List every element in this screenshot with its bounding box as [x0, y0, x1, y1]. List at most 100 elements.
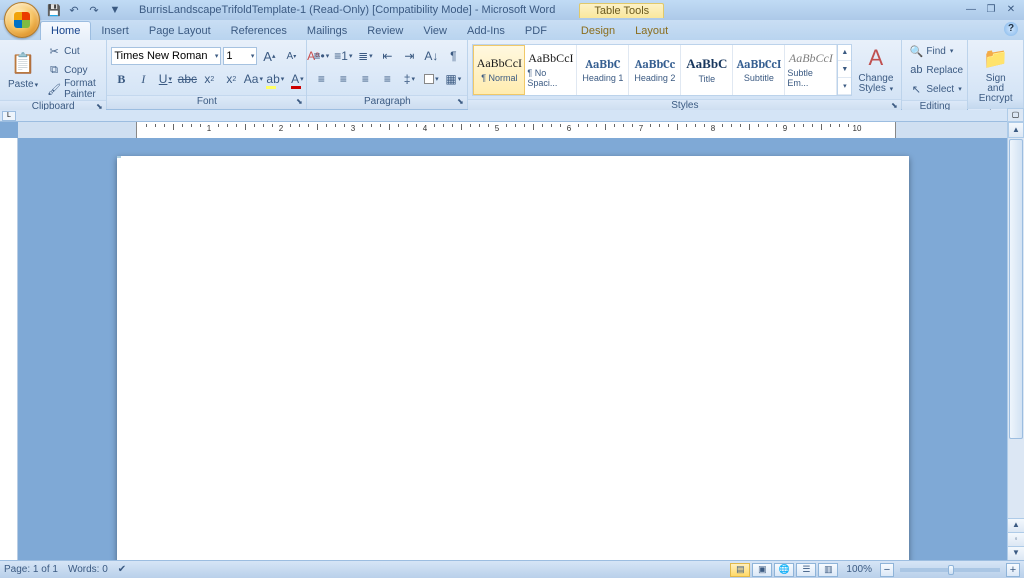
- style-item-2[interactable]: AaBbCHeading 1: [577, 45, 629, 95]
- sign-encrypt-button[interactable]: 📁 Sign and Encrypt: [972, 42, 1019, 106]
- tab-table-layout[interactable]: Layout: [625, 22, 678, 40]
- tab-insert[interactable]: Insert: [91, 22, 139, 40]
- group-clipboard: 📋 Paste▾ ✂Cut ⧉Copy 🖌Format Painter Clip…: [0, 40, 107, 109]
- style-item-3[interactable]: AaBbCcHeading 2: [629, 45, 681, 95]
- zoom-level[interactable]: 100%: [846, 564, 872, 575]
- bold-button[interactable]: B: [111, 69, 131, 89]
- grow-font-button[interactable]: A▴: [259, 46, 279, 66]
- table-cell[interactable]: [119, 157, 120, 158]
- office-button[interactable]: [4, 2, 40, 38]
- help-icon[interactable]: ?: [1004, 22, 1018, 36]
- outline-view[interactable]: ☰: [796, 563, 816, 577]
- vertical-ruler[interactable]: [0, 138, 18, 560]
- restore-button[interactable]: ❐: [982, 2, 1000, 16]
- zoom-slider[interactable]: [900, 568, 1000, 572]
- align-center-button[interactable]: ≡: [333, 69, 353, 89]
- justify-button[interactable]: ≡: [377, 69, 397, 89]
- horizontal-ruler[interactable]: 12345678910: [18, 122, 1007, 138]
- multilevel-button[interactable]: ≣▾: [355, 46, 375, 66]
- save-icon[interactable]: 💾: [46, 2, 62, 18]
- draft-view[interactable]: ▥: [818, 563, 838, 577]
- sort-button[interactable]: A↓: [421, 46, 441, 66]
- style-item-4[interactable]: AaBbCTitle: [681, 45, 733, 95]
- qat-customize-icon[interactable]: ▼: [107, 2, 123, 18]
- style-item-6[interactable]: AaBbCcISubtle Em...: [785, 45, 837, 95]
- style-item-1[interactable]: AaBbCcI¶ No Spaci...: [525, 45, 577, 95]
- paste-button[interactable]: 📋 Paste▾: [4, 48, 42, 93]
- gallery-more[interactable]: ▾: [838, 78, 851, 95]
- highlight-color-button[interactable]: ab▾: [265, 69, 285, 89]
- close-button[interactable]: ✕: [1002, 2, 1020, 16]
- font-launcher[interactable]: ⬊: [294, 97, 304, 107]
- shrink-font-button[interactable]: A▾: [281, 46, 301, 66]
- tab-references[interactable]: References: [221, 22, 297, 40]
- page-scroll-area[interactable]: [18, 138, 1007, 560]
- tab-page-layout[interactable]: Page Layout: [139, 22, 221, 40]
- find-button[interactable]: 🔍Find▾: [906, 42, 966, 60]
- format-painter-button[interactable]: 🖌Format Painter: [44, 80, 102, 98]
- strikethrough-button[interactable]: abc: [177, 69, 197, 89]
- font-name-combo[interactable]: Times New Roman▾: [111, 47, 221, 65]
- tab-mailings[interactable]: Mailings: [297, 22, 357, 40]
- ruler-toggle-button[interactable]: ▢: [1007, 108, 1024, 122]
- web-layout-view[interactable]: 🌐: [774, 563, 794, 577]
- scroll-thumb[interactable]: [1009, 139, 1023, 439]
- change-styles-button[interactable]: A Change Styles ▾: [854, 42, 897, 97]
- styles-gallery[interactable]: AaBbCcI¶ NormalAaBbCcI¶ No Spaci...AaBbC…: [472, 44, 852, 96]
- ruler-number: 2: [279, 124, 283, 133]
- increase-indent-button[interactable]: ⇥: [399, 46, 419, 66]
- tab-addins[interactable]: Add-Ins: [457, 22, 515, 40]
- gallery-down[interactable]: ▼: [838, 61, 851, 78]
- tab-selector[interactable]: L: [2, 111, 16, 121]
- underline-button[interactable]: U▾: [155, 69, 175, 89]
- align-right-button[interactable]: ≡: [355, 69, 375, 89]
- style-item-0[interactable]: AaBbCcI¶ Normal: [473, 45, 525, 95]
- zoom-thumb[interactable]: [948, 565, 954, 575]
- change-case-button[interactable]: Aa▾: [243, 69, 263, 89]
- page-status[interactable]: Page: 1 of 1: [4, 564, 58, 575]
- tab-view[interactable]: View: [413, 22, 457, 40]
- line-spacing-button[interactable]: ‡▾: [399, 69, 419, 89]
- full-screen-view[interactable]: ▣: [752, 563, 772, 577]
- numbering-button[interactable]: ≡1▾: [333, 46, 353, 66]
- ruler-number: 5: [495, 124, 499, 133]
- tab-review[interactable]: Review: [357, 22, 413, 40]
- bullets-button[interactable]: ≡•▾: [311, 46, 331, 66]
- undo-icon[interactable]: ↶: [66, 2, 82, 18]
- style-item-5[interactable]: AaBbCcISubtitle: [733, 45, 785, 95]
- word-count[interactable]: Words: 0: [68, 564, 108, 575]
- decrease-indent-button[interactable]: ⇤: [377, 46, 397, 66]
- replace-button[interactable]: abReplace: [906, 61, 966, 79]
- tab-home[interactable]: Home: [40, 21, 91, 40]
- zoom-in-button[interactable]: +: [1006, 563, 1020, 577]
- trifold-table[interactable]: [117, 156, 121, 158]
- font-size-combo[interactable]: 1▾: [223, 47, 257, 65]
- tab-table-design[interactable]: Design: [571, 22, 625, 40]
- shading-button[interactable]: ▾: [421, 69, 441, 89]
- tab-pdf[interactable]: PDF: [515, 22, 557, 40]
- browse-object-button[interactable]: ◦: [1008, 532, 1024, 546]
- select-button[interactable]: ↖Select▾: [906, 80, 966, 98]
- superscript-button[interactable]: x2: [221, 69, 241, 89]
- align-left-button[interactable]: ≡: [311, 69, 331, 89]
- gallery-up[interactable]: ▲: [838, 45, 851, 62]
- minimize-button[interactable]: —: [962, 2, 980, 16]
- spellcheck-icon[interactable]: ✔: [118, 564, 126, 575]
- subscript-button[interactable]: x2: [199, 69, 219, 89]
- italic-button[interactable]: I: [133, 69, 153, 89]
- scroll-up-button[interactable]: ▲: [1008, 122, 1024, 138]
- redo-icon[interactable]: ↷: [86, 2, 102, 18]
- vertical-scrollbar[interactable]: ▢ ▲ ▲ ◦ ▼: [1007, 122, 1024, 560]
- print-layout-view[interactable]: ▤: [730, 563, 750, 577]
- next-page-button[interactable]: ▼: [1008, 546, 1024, 560]
- zoom-out-button[interactable]: −: [880, 563, 894, 577]
- copy-button[interactable]: ⧉Copy: [44, 61, 102, 79]
- font-color-button[interactable]: A▾: [287, 69, 307, 89]
- document-area: 12345678910: [0, 122, 1007, 560]
- paragraph-launcher[interactable]: ⬊: [455, 97, 465, 107]
- prev-page-button[interactable]: ▲: [1008, 518, 1024, 532]
- cut-button[interactable]: ✂Cut: [44, 42, 102, 60]
- page[interactable]: [117, 156, 909, 560]
- show-marks-button[interactable]: ¶: [443, 46, 463, 66]
- borders-button[interactable]: ▦▾: [443, 69, 463, 89]
